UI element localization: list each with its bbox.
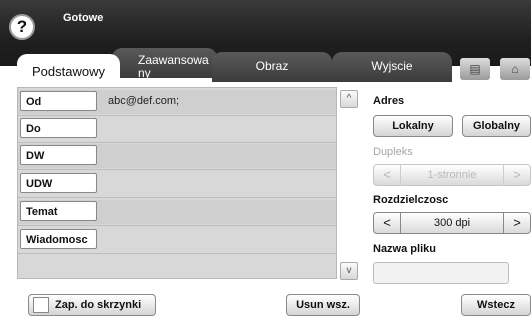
- tab-advanced[interactable]: Zaawansowa ny: [112, 48, 217, 80]
- back-button[interactable]: Wstecz: [461, 294, 531, 316]
- message-button[interactable]: Wiadomosc: [20, 229, 97, 249]
- table-row: Od abc@def.com;: [18, 90, 336, 114]
- duplex-value: 1-stronnie: [427, 169, 477, 181]
- address-table: Od abc@def.com; Do DW UDW Temat Wiadomos…: [17, 87, 337, 279]
- from-value: abc@def.com;: [108, 95, 180, 107]
- filename-label: Nazwa pliku: [373, 243, 436, 255]
- to-button[interactable]: Do: [20, 118, 97, 138]
- table-row: Do: [18, 117, 336, 141]
- filename-input[interactable]: [373, 262, 509, 284]
- save-to-box-button[interactable]: Zap. do skrzynki: [28, 294, 156, 316]
- status-text: Gotowe: [63, 12, 104, 24]
- global-button[interactable]: Globalny: [462, 115, 531, 137]
- duplex-prev-icon: <: [374, 165, 401, 185]
- from-button[interactable]: Od: [20, 91, 97, 111]
- tab-image[interactable]: Obraz: [212, 52, 332, 82]
- resolution-value: 300 dpi: [433, 217, 471, 229]
- resolution-label: Rozdzielczosc: [373, 194, 449, 206]
- save-to-box-checkbox[interactable]: [33, 297, 49, 313]
- clear-all-button[interactable]: Usun wsz.: [286, 294, 360, 316]
- table-row: DW: [18, 144, 336, 168]
- scroll-down-button[interactable]: v: [340, 262, 358, 280]
- help-icon[interactable]: ?: [9, 14, 35, 40]
- bcc-button[interactable]: UDW: [20, 173, 97, 193]
- save-to-box-label: Zap. do skrzynki: [55, 299, 142, 311]
- duplex-label: Dupleks: [373, 146, 413, 158]
- duplex-stepper: < 1-stronnie >: [373, 164, 531, 186]
- scan-to-box-icon[interactable]: ▤: [460, 58, 490, 80]
- tab-basic[interactable]: Podstawowy: [17, 54, 120, 86]
- tab-output[interactable]: Wyjscie: [332, 52, 452, 82]
- address-label: Adres: [373, 95, 405, 107]
- resolution-stepper[interactable]: < 300 dpi >: [373, 212, 531, 234]
- resolution-next-icon[interactable]: >: [503, 213, 530, 233]
- cc-button[interactable]: DW: [20, 145, 97, 165]
- table-row: Temat: [18, 200, 336, 224]
- home-icon[interactable]: ⌂: [500, 58, 530, 80]
- duplex-next-icon: >: [503, 165, 530, 185]
- subject-button[interactable]: Temat: [20, 201, 97, 221]
- local-button[interactable]: Lokalny: [373, 115, 453, 137]
- table-row: UDW: [18, 172, 336, 196]
- scan-to-email-screen: ? Gotowe Zaawansowa ny Obraz Wyjscie ▤ ⌂…: [0, 0, 531, 320]
- scroll-up-button[interactable]: ^: [340, 90, 358, 108]
- resolution-prev-icon[interactable]: <: [374, 213, 401, 233]
- table-row: Wiadomosc: [18, 228, 336, 252]
